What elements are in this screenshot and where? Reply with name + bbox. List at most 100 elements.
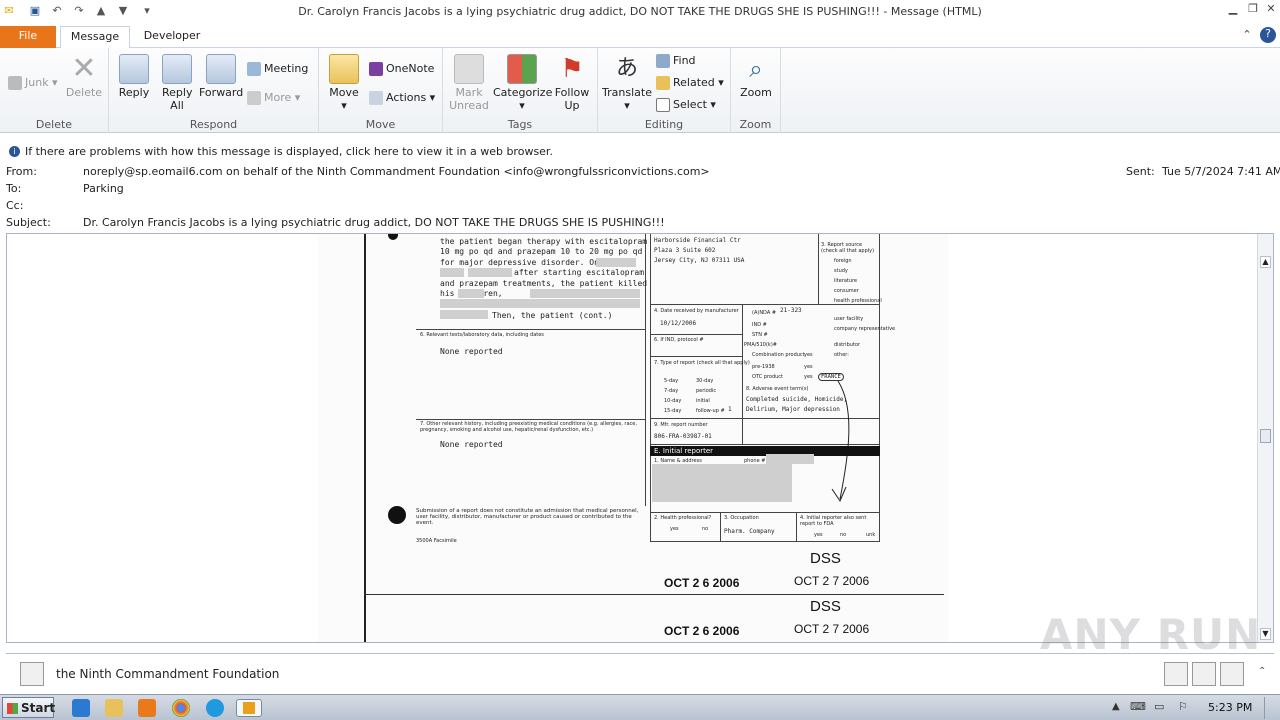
categorize-icon	[507, 54, 537, 84]
find-button[interactable]: Find	[656, 54, 696, 68]
people-pane-name[interactable]: the Ninth Commandment Foundation	[56, 667, 279, 681]
windows-logo-icon	[7, 703, 18, 714]
previous-item-icon[interactable]: ▲	[94, 4, 108, 18]
find-icon	[656, 54, 670, 68]
edge-icon[interactable]	[206, 699, 224, 717]
zoom-button[interactable]: ⌕ Zoom	[737, 54, 775, 99]
related-button[interactable]: Related ▾	[656, 76, 724, 90]
source-other: other:	[834, 352, 849, 358]
tab-developer[interactable]: Developer	[136, 26, 208, 48]
media-player-icon[interactable]	[138, 699, 156, 717]
report-type-15day: 15-day	[664, 408, 682, 414]
report-type-initial: initial	[696, 398, 710, 404]
move-button[interactable]: Move ▾	[325, 54, 363, 112]
ie-icon[interactable]	[72, 699, 90, 717]
next-item-icon[interactable]: ▼	[116, 4, 130, 18]
translate-button[interactable]: あ Translate ▾	[602, 54, 652, 112]
vertical-scrollbar[interactable]: ▲ ▼	[1257, 234, 1273, 642]
help-icon[interactable]: ?	[1260, 27, 1276, 43]
delete-group-label: Delete	[35, 118, 73, 131]
message-body[interactable]: the patient began therapy with escitalop…	[6, 233, 1274, 643]
collapse-ribbon-icon[interactable]: ⌃	[1238, 28, 1256, 44]
source-consumer: consumer	[834, 288, 859, 294]
chrome-icon[interactable]	[172, 699, 190, 717]
contact-avatar-3[interactable]	[1220, 662, 1244, 686]
meeting-icon	[247, 62, 261, 76]
onenote-button[interactable]: OneNote	[369, 62, 434, 76]
close-icon[interactable]: ✕	[1262, 2, 1280, 18]
clock[interactable]: 5:23 PM	[1208, 701, 1252, 714]
submission-note: Submission of a report does not constitu…	[416, 508, 639, 526]
minimize-icon[interactable]: ▁	[1224, 2, 1242, 18]
more-button[interactable]: More ▾	[247, 91, 300, 105]
pma-label: PMA/510(k)#	[744, 342, 777, 348]
expand-people-pane-icon[interactable]: ⌃	[1258, 666, 1266, 677]
keyboard-icon[interactable]: ⌨	[1130, 700, 1146, 713]
sender-avatar[interactable]	[20, 662, 44, 686]
from-label: From:	[6, 165, 37, 178]
show-desktop-button[interactable]	[1264, 697, 1278, 719]
stamp-dss-1: DSS	[810, 550, 841, 567]
pre1938-yes: yes	[804, 364, 813, 370]
reply-button[interactable]: Reply	[115, 54, 153, 99]
start-button[interactable]: Start	[2, 697, 55, 718]
follow-up-button[interactable]: ⚑ Follow Up	[551, 54, 593, 112]
network-icon[interactable]: ▭	[1154, 700, 1164, 713]
stamp-date-left-2: OCT 2 6 2006	[664, 624, 740, 638]
narrative-line-4: after starting escitalopram	[514, 268, 645, 277]
none-reported-history: None reported	[440, 440, 503, 449]
magnifier-icon: ⌕	[749, 55, 763, 83]
source-user-facility: user facility	[834, 316, 864, 322]
show-hidden-icons[interactable]: ▲	[1112, 701, 1120, 712]
scroll-up-icon[interactable]: ▲	[1260, 256, 1271, 268]
translate-icon: あ	[615, 56, 638, 81]
sent-fda-no: no	[840, 532, 847, 538]
scroll-down-icon[interactable]: ▼	[1260, 628, 1271, 640]
company-address-2: Plaza 3 Suite 602	[654, 247, 716, 254]
save-icon[interactable]: ▣	[28, 4, 42, 18]
forward-icon	[206, 54, 236, 84]
scroll-thumb[interactable]	[1260, 429, 1271, 443]
source-health-professional: health professional	[834, 298, 882, 304]
delete-button[interactable]: ✕ Delete	[64, 51, 104, 100]
tab-file[interactable]: File	[0, 26, 56, 48]
adverse-terms-2: Delirium, Major depression	[746, 406, 840, 413]
date-received-label: 4. Date received by manufacturer	[654, 308, 739, 314]
redo-icon[interactable]: ↷	[72, 4, 86, 18]
report-type-5day: 5-day	[664, 378, 679, 384]
info-bar[interactable]: i If there are problems with how this me…	[0, 144, 1280, 160]
mark-unread-button[interactable]: Mark Unread	[447, 54, 491, 112]
action-center-flag-icon[interactable]: ⚐	[1178, 700, 1188, 713]
sent-to-fda-label: 4. Initial reporter also sent report to …	[800, 515, 867, 527]
forward-button[interactable]: Forward	[199, 54, 243, 99]
delete-x-icon: ✕	[71, 51, 97, 86]
actions-button[interactable]: Actions ▾	[369, 91, 435, 105]
report-type-periodic: periodic	[696, 388, 717, 394]
company-address-3: Jersey City, NJ 07311 USA	[654, 257, 745, 264]
undo-icon[interactable]: ↶	[50, 4, 64, 18]
from-value[interactable]: noreply@sp.eomail6.com on behalf of the …	[83, 165, 710, 178]
categorize-button[interactable]: Categorize ▾	[493, 54, 552, 112]
reply-all-button[interactable]: Reply All	[157, 54, 197, 112]
health-prof-no: no	[702, 526, 709, 532]
select-button[interactable]: Select ▾	[656, 98, 716, 112]
meeting-button[interactable]: Meeting	[247, 62, 308, 76]
title-bar: ✉ ▣ ↶ ↷ ▲ ▼ ▾ Dr. Carolyn Francis Jacobs…	[0, 0, 1280, 24]
contact-avatar-2[interactable]	[1192, 662, 1216, 686]
junk-button[interactable]: Junk ▾	[8, 76, 58, 90]
tab-message[interactable]: Message	[60, 26, 130, 49]
outlook-taskbar-button[interactable]	[236, 699, 262, 717]
form-punch-hole	[388, 506, 406, 524]
to-label: To:	[6, 182, 22, 195]
maximize-icon[interactable]: ❐	[1244, 2, 1262, 18]
anda-label: (A)NDA #	[752, 310, 777, 316]
info-icon: i	[9, 146, 20, 157]
info-bar-text[interactable]: If there are problems with how this mess…	[25, 145, 553, 158]
contact-avatar-1[interactable]	[1164, 662, 1188, 686]
to-value[interactable]: Parking	[83, 182, 124, 195]
occupation-label: 3. Occupation	[724, 515, 759, 521]
explorer-icon[interactable]	[105, 699, 123, 717]
customize-qat-icon[interactable]: ▾	[140, 4, 154, 18]
report-type-followup: follow-up #	[696, 408, 725, 414]
source-distributor: distributor	[834, 342, 860, 348]
